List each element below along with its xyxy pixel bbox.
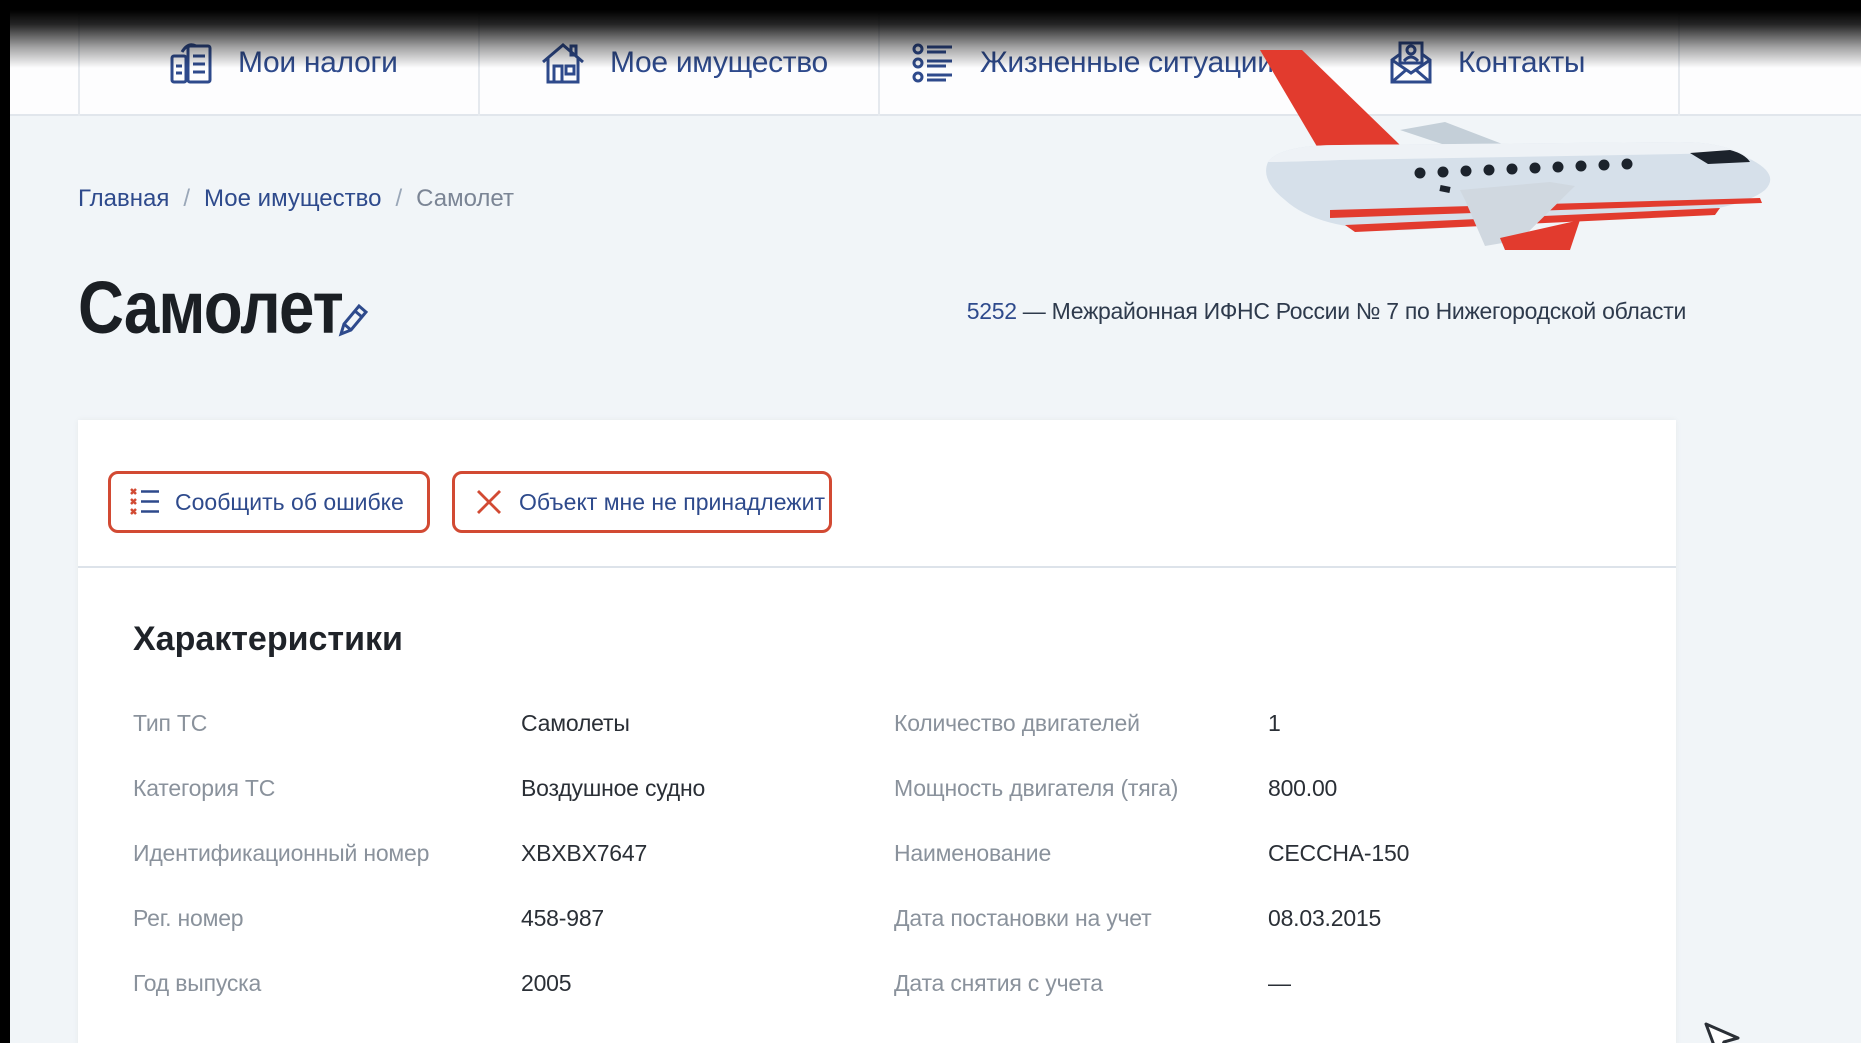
label-deregistration-date: Дата снятия с учета	[894, 970, 1103, 996]
list-icon	[910, 40, 956, 86]
cursor-pointer-icon	[1704, 1022, 1740, 1043]
not-mine-button[interactable]: Объект мне не принадлежит	[452, 471, 832, 533]
value-vehicle-category: Воздушное судно	[521, 775, 706, 801]
label-vehicle-type: Тип ТС	[133, 710, 208, 736]
card-toolbar: Сообщить об ошибке Объект мне не принадл…	[78, 420, 1676, 568]
not-mine-label: Объект мне не принадлежит	[519, 488, 826, 515]
nav-label-life-situations: Жизненные ситуации	[980, 46, 1274, 79]
nav-label-my-taxes: Мои налоги	[238, 46, 398, 79]
tax-office-name: — Межрайонная ИФНС России № 7 по Нижегор…	[1016, 298, 1687, 324]
error-list-icon	[129, 486, 161, 518]
airplane-illustration	[1260, 50, 1771, 250]
value-engine-count: 1	[1268, 710, 1281, 736]
app-window: Мои налоги Мое имущество Жизненные ситуа…	[10, 10, 1861, 1043]
value-registration-date: 08.03.2015	[1268, 905, 1382, 931]
tax-office-info: 5252 — Межрайонная ИФНС России № 7 по Ни…	[967, 298, 1687, 325]
label-vehicle-category: Категория ТС	[133, 775, 276, 801]
value-year: 2005	[521, 970, 572, 996]
breadcrumb-property-link[interactable]: Мое имущество	[204, 185, 381, 213]
breadcrumb: Главная / Мое имущество / Самолет	[78, 185, 514, 213]
label-registration-date: Дата постановки на учет	[894, 905, 1152, 931]
nav-divider	[878, 10, 880, 116]
label-engine-power: Мощность двигателя (тяга)	[894, 775, 1179, 801]
label-identification-number: Идентификационный номер	[133, 840, 430, 866]
value-name: CECCHA-150	[1268, 840, 1410, 866]
close-icon	[473, 486, 505, 518]
breadcrumb-separator: /	[183, 185, 191, 212]
value-deregistration-date: —	[1268, 970, 1291, 996]
nav-item-my-taxes[interactable]: Мои налоги	[168, 10, 398, 116]
nav-divider	[78, 10, 80, 116]
page-title: Самолет	[78, 266, 344, 349]
value-vehicle-type: Самолеты	[521, 710, 630, 736]
house-icon	[540, 40, 586, 86]
nav-divider	[478, 10, 480, 116]
label-name: Наименование	[894, 840, 1052, 866]
value-reg-number: 458-987	[521, 905, 605, 931]
value-engine-power: 800.00	[1268, 775, 1338, 801]
nav-label-my-property: Мое имущество	[610, 46, 828, 79]
label-reg-number: Рег. номер	[133, 905, 244, 931]
nav-item-life-situations[interactable]: Жизненные ситуации	[910, 10, 1274, 116]
label-engine-count: Количество двигателей	[894, 710, 1140, 736]
report-error-button[interactable]: Сообщить об ошибке	[108, 471, 430, 533]
breadcrumb-current: Самолет	[416, 185, 514, 212]
characteristics-title: Характеристики	[133, 620, 403, 658]
report-error-label: Сообщить об ошибке	[175, 488, 404, 515]
nav-item-my-property[interactable]: Мое имущество	[540, 10, 828, 116]
pencil-edit-icon[interactable]	[335, 300, 369, 338]
tax-document-icon	[168, 40, 214, 86]
tax-office-code[interactable]: 5252	[967, 298, 1017, 324]
breadcrumb-home-link[interactable]: Главная	[78, 185, 169, 213]
property-card: Сообщить об ошибке Объект мне не принадл…	[78, 420, 1676, 1043]
value-identification-number: XBXBX7647	[521, 840, 648, 866]
breadcrumb-separator: /	[395, 185, 403, 212]
label-year: Год выпуска	[133, 970, 262, 996]
